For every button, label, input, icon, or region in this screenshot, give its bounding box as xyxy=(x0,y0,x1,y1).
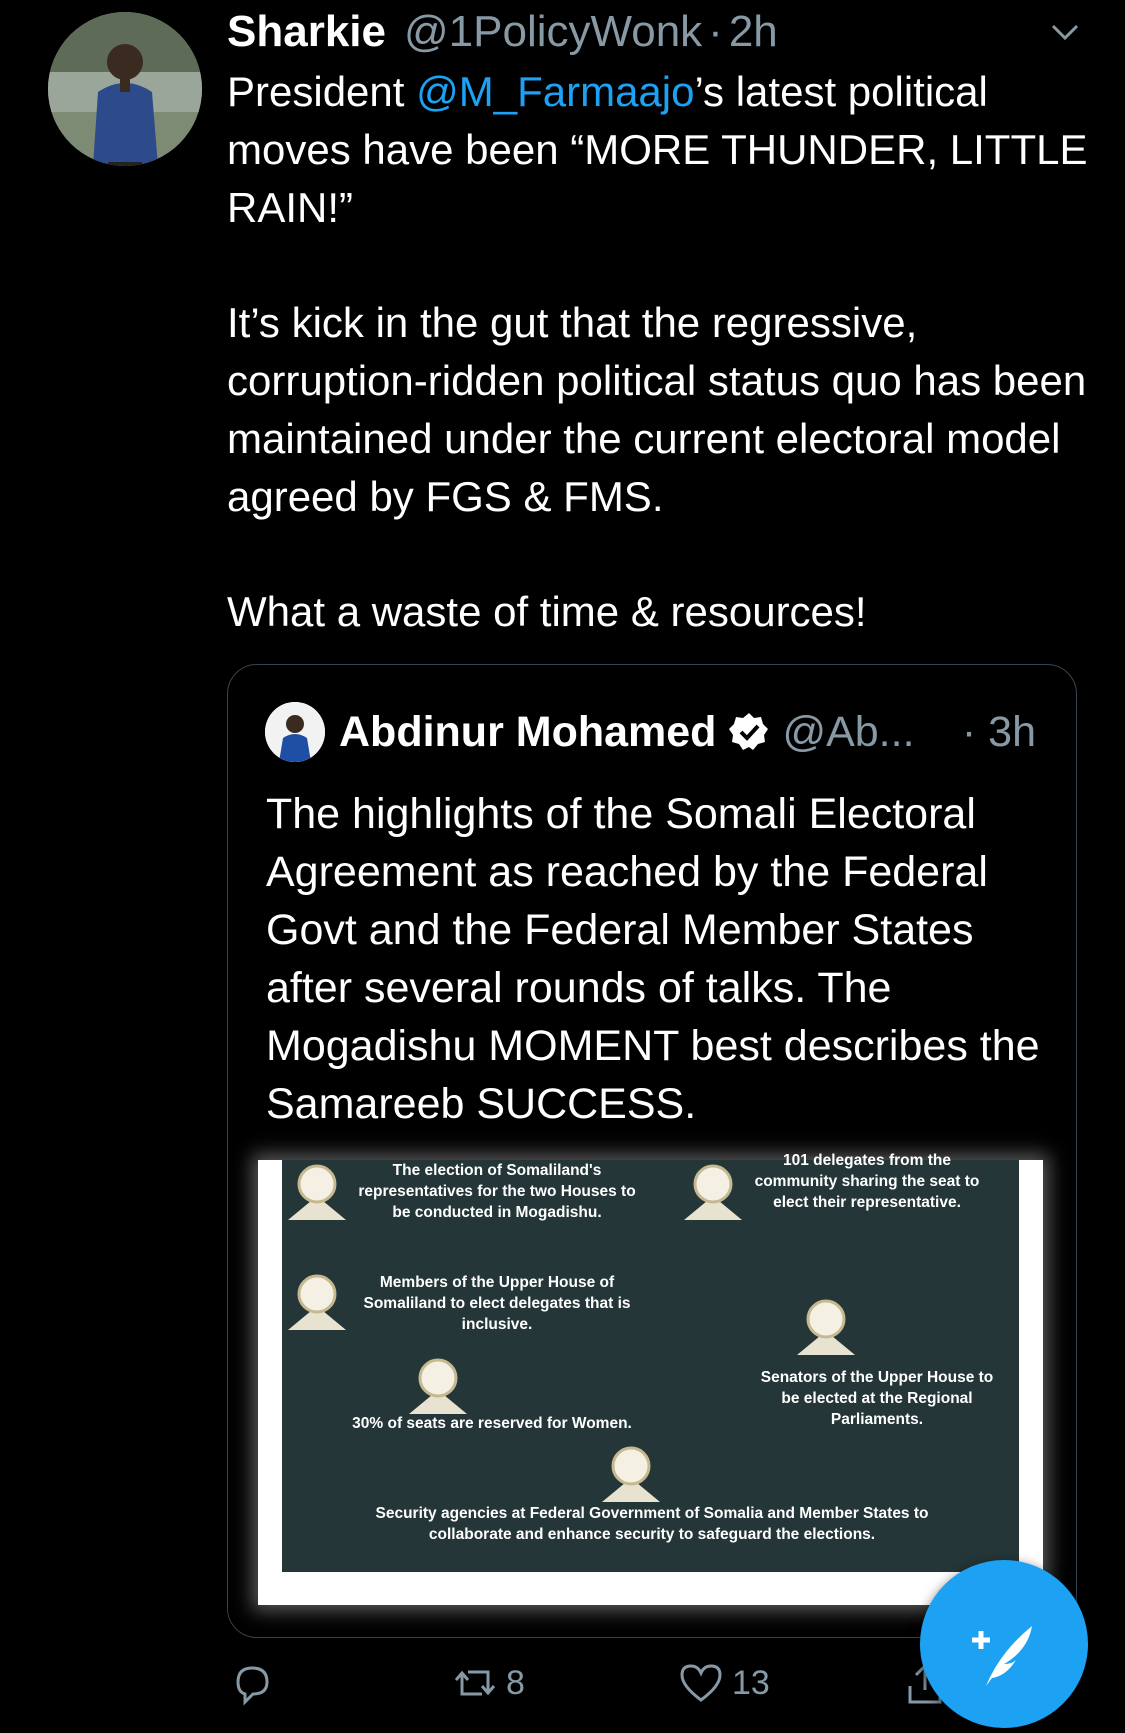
author-name[interactable]: Sharkie xyxy=(227,7,386,57)
tweet-header: Sharkie @1PolicyWonk · 2h xyxy=(227,4,1085,60)
verified-badge-icon xyxy=(729,713,769,750)
retweet-button[interactable]: 8 xyxy=(452,1660,525,1706)
compose-icon xyxy=(972,1626,1032,1686)
reply-icon xyxy=(236,1666,269,1706)
like-button[interactable]: 13 xyxy=(678,1660,770,1706)
medal-icon xyxy=(797,1299,855,1355)
tweet-paragraph-1: President @M_Farmaajo’s latest political… xyxy=(227,63,1097,237)
quoted-time-value: 3h xyxy=(988,707,1036,756)
infographic-board: The election of Somaliland's representat… xyxy=(282,1152,1019,1572)
quoted-author-name: Abdinur Mohamed xyxy=(339,707,717,756)
medal-icon xyxy=(409,1358,467,1414)
tweet-actions: 8 13 xyxy=(227,1660,1027,1712)
quoted-tweet-header: Abdinur Mohamed @Ab... · 3h xyxy=(265,701,1036,763)
tweet-body: President @M_Farmaajo’s latest political… xyxy=(227,63,1097,641)
infographic-item: Members of the Upper House of Somaliland… xyxy=(363,1274,631,1333)
quoted-tweet-text: The highlights of the Somali Electoral A… xyxy=(266,790,1040,1128)
medal-icon xyxy=(288,1164,346,1220)
quoted-tweet-time: · 3h xyxy=(962,708,1036,757)
like-count: 13 xyxy=(732,1663,770,1702)
infographic-item: The election of Somaliland's representat… xyxy=(358,1162,636,1221)
avatar-image xyxy=(48,12,202,166)
medal-icon xyxy=(602,1446,660,1502)
reply-button[interactable] xyxy=(229,1660,275,1706)
medal-icon xyxy=(684,1164,742,1220)
quoted-avatar-image xyxy=(265,702,325,762)
tweet-paragraph-2: It’s kick in the gut that the regressive… xyxy=(227,299,1087,520)
infographic-item: 101 delegates from the community sharing… xyxy=(754,1152,980,1211)
infographic-item: Security agencies at Federal Government … xyxy=(375,1505,929,1543)
author-avatar[interactable] xyxy=(48,12,202,166)
separator-dot: · xyxy=(961,707,977,756)
infographic-frame: The election of Somaliland's representat… xyxy=(258,1152,1043,1605)
quoted-author-handle: @Ab... xyxy=(782,707,915,756)
retweet-count: 8 xyxy=(506,1663,525,1702)
infographic-item: 30% of seats are reserved for Women. xyxy=(352,1415,632,1432)
quoted-author-avatar xyxy=(265,702,325,762)
mention-link[interactable]: @M_Farmaajo xyxy=(416,68,694,115)
medal-icon xyxy=(288,1274,346,1330)
heart-icon xyxy=(680,1664,722,1702)
infographic-item: Senators of the Upper House to be electe… xyxy=(760,1369,994,1428)
tweet-text-segment: President xyxy=(227,68,417,115)
author-handle[interactable]: @1PolicyWonk xyxy=(404,7,702,57)
tweet-time[interactable]: 2h xyxy=(729,7,778,57)
separator-dot: · xyxy=(708,7,723,56)
retweet-icon xyxy=(454,1670,496,1696)
compose-tweet-button[interactable] xyxy=(920,1560,1088,1728)
tweet-paragraph-3: What a waste of time & resources! xyxy=(227,588,867,635)
chevron-down-icon[interactable] xyxy=(1045,12,1085,52)
quoted-tweet[interactable]: Abdinur Mohamed @Ab... · 3h The highligh… xyxy=(227,664,1077,1638)
